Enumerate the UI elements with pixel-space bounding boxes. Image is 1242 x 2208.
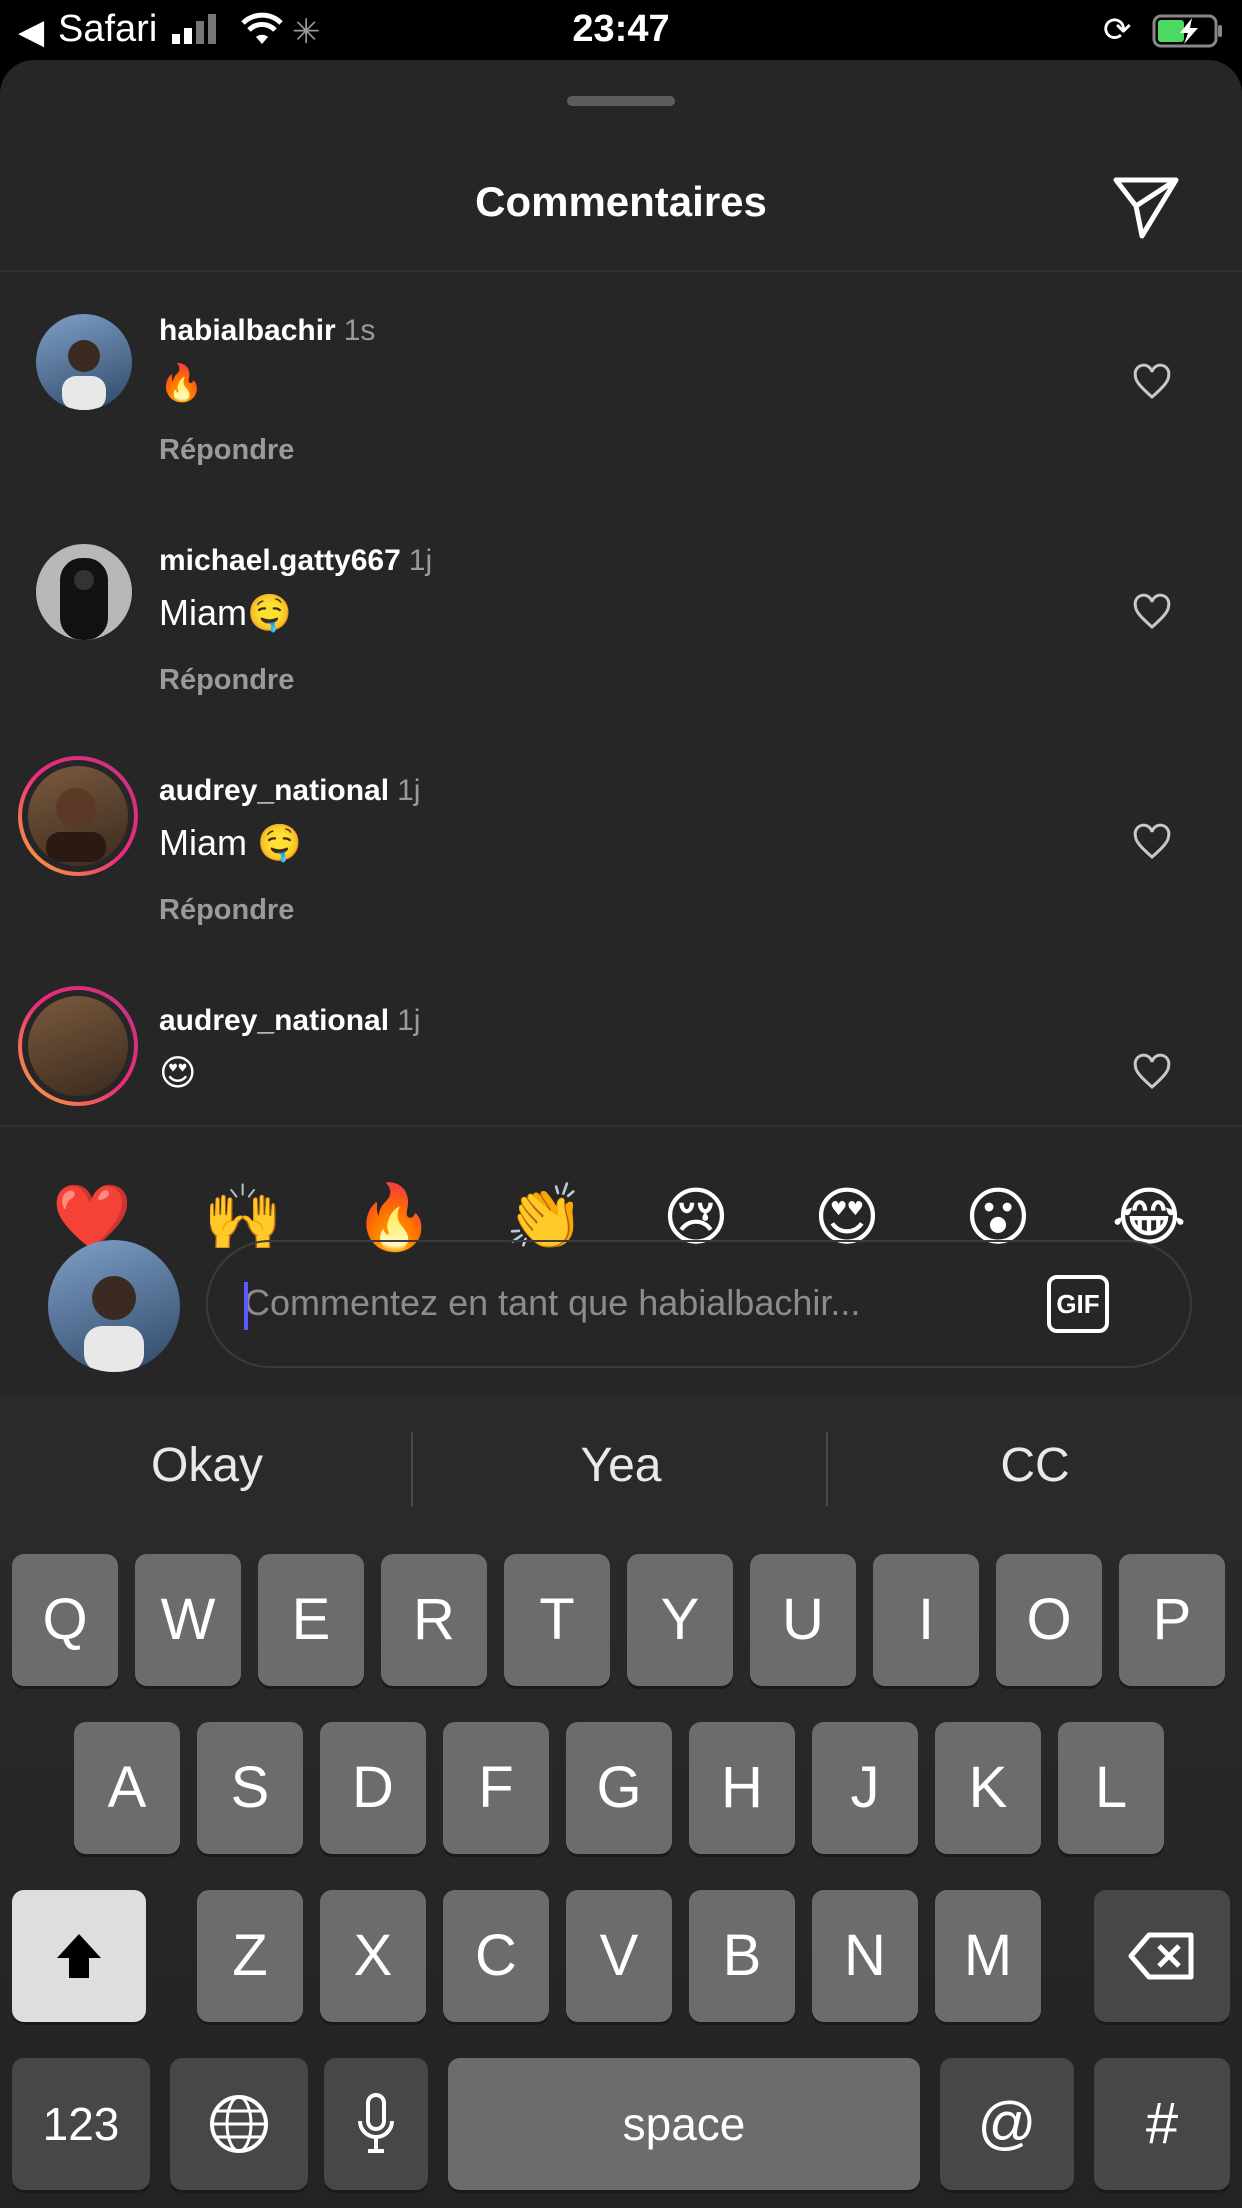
comment-text: Miam 🤤: [159, 822, 302, 863]
key-e[interactable]: E: [258, 1554, 364, 1686]
key-c[interactable]: C: [443, 1890, 549, 2022]
key-j[interactable]: J: [812, 1722, 918, 1854]
share-send-icon[interactable]: [1110, 170, 1182, 242]
reply-button[interactable]: Répondre: [159, 894, 294, 927]
comment-item: audrey_national 1j 😍: [0, 962, 1242, 1125]
comment-time: 1j: [397, 1004, 421, 1037]
key-s[interactable]: S: [197, 1722, 303, 1854]
suggestion-1[interactable]: Okay: [0, 1438, 414, 1493]
key-i[interactable]: I: [873, 1554, 979, 1686]
comment-item: habialbachir 1s 🔥 Répondre: [0, 272, 1242, 502]
key-z[interactable]: Z: [197, 1890, 303, 2022]
avatar-photo: [60, 558, 108, 640]
current-user-avatar: [48, 1240, 180, 1372]
backspace-icon: [1128, 1932, 1194, 1980]
heart-icon[interactable]: [1132, 362, 1172, 402]
reply-button[interactable]: Répondre: [159, 664, 294, 697]
username-text[interactable]: audrey_national: [159, 1004, 389, 1037]
comment-item: audrey_national 1j Miam 🤤 Répondre: [0, 732, 1242, 962]
reply-button[interactable]: Répondre: [159, 434, 294, 467]
at-key[interactable]: @: [940, 2058, 1074, 2190]
avatar[interactable]: [36, 314, 132, 410]
key-h[interactable]: H: [689, 1722, 795, 1854]
comment-username[interactable]: habialbachir 1s: [159, 314, 375, 348]
shift-arrow-icon: [57, 1934, 101, 1978]
avatar-photo: [62, 340, 106, 410]
key-b[interactable]: B: [689, 1890, 795, 2022]
globe-key[interactable]: [170, 2058, 308, 2190]
key-p[interactable]: P: [1119, 1554, 1225, 1686]
key-w[interactable]: W: [135, 1554, 241, 1686]
key-m[interactable]: M: [935, 1890, 1041, 2022]
heart-icon[interactable]: [1132, 1052, 1172, 1092]
key-o[interactable]: O: [996, 1554, 1102, 1686]
sheet-drag-handle[interactable]: [567, 96, 675, 106]
suggestion-3[interactable]: CC: [828, 1438, 1242, 1493]
comment-time: 1s: [343, 314, 376, 347]
heart-icon[interactable]: [1132, 822, 1172, 862]
username-text[interactable]: audrey_national: [159, 774, 389, 807]
comment-time: 1j: [408, 544, 433, 577]
hash-key[interactable]: #: [1094, 2058, 1230, 2190]
comment-username[interactable]: audrey_national 1j: [159, 774, 420, 808]
avatar-story-ring[interactable]: [18, 986, 138, 1106]
key-t[interactable]: T: [504, 1554, 610, 1686]
globe-icon: [210, 2095, 268, 2153]
username-text[interactable]: habialbachir: [159, 314, 336, 347]
avatar-photo: [46, 788, 106, 862]
comment-text: 😍: [159, 1052, 197, 1093]
numbers-key[interactable]: 123: [12, 2058, 150, 2190]
key-k[interactable]: K: [935, 1722, 1041, 1854]
ios-keyboard: Okay Yea CC Q W E R T Y U I O P A S D F …: [0, 1396, 1242, 2208]
comments-list[interactable]: habialbachir 1s 🔥 Répondre michael.gatty6…: [0, 272, 1242, 1125]
key-x[interactable]: X: [320, 1890, 426, 2022]
comment-input-field[interactable]: Commentez en tant que habialbachir... GI…: [206, 1240, 1192, 1368]
avatar[interactable]: [36, 544, 132, 640]
heart-icon[interactable]: [1132, 592, 1172, 632]
comments-sheet: Commentaires habialbachir 1s 🔥 Répondre m…: [0, 60, 1242, 1396]
space-key[interactable]: space: [448, 2058, 920, 2190]
key-u[interactable]: U: [750, 1554, 856, 1686]
clock: 23:47: [572, 8, 670, 50]
comment-text: Miam🤤: [159, 592, 292, 633]
key-q[interactable]: Q: [12, 1554, 118, 1686]
dictation-key[interactable]: [324, 2058, 428, 2190]
avatar-story-ring[interactable]: [18, 756, 138, 876]
key-a[interactable]: A: [74, 1722, 180, 1854]
key-d[interactable]: D: [320, 1722, 426, 1854]
gif-button[interactable]: GIF: [1047, 1275, 1109, 1333]
avatar: [28, 766, 128, 866]
comment-username[interactable]: audrey_national 1j: [159, 1004, 420, 1038]
backspace-key[interactable]: [1094, 1890, 1230, 2022]
status-bar: ◀ Safari ✳ 23:47 ⟳: [0, 0, 1242, 60]
username-text[interactable]: michael.gatty667: [159, 544, 401, 577]
comment-text: 🔥: [159, 362, 204, 403]
comment-item: michael.gatty667 1j Miam🤤 Répondre: [0, 502, 1242, 732]
shift-key[interactable]: [12, 1890, 146, 2022]
key-v[interactable]: V: [566, 1890, 672, 2022]
avatar: [28, 996, 128, 1096]
orientation-lock-icon: ⟳: [1103, 11, 1132, 49]
battery-charging-icon: [1152, 14, 1222, 48]
key-l[interactable]: L: [1058, 1722, 1164, 1854]
avatar-photo: [84, 1276, 144, 1372]
text-caret: [244, 1282, 248, 1330]
comment-input-placeholder[interactable]: Commentez en tant que habialbachir...: [244, 1282, 860, 1324]
key-f[interactable]: F: [443, 1722, 549, 1854]
comment-username[interactable]: michael.gatty667 1j: [159, 544, 432, 578]
key-r[interactable]: R: [381, 1554, 487, 1686]
microphone-icon: [358, 2093, 394, 2153]
key-g[interactable]: G: [566, 1722, 672, 1854]
key-y[interactable]: Y: [627, 1554, 733, 1686]
suggestion-2[interactable]: Yea: [414, 1438, 828, 1493]
key-n[interactable]: N: [812, 1890, 918, 2022]
sheet-title: Commentaires: [475, 178, 767, 225]
suggestion-divider: [411, 1432, 413, 1506]
comment-time: 1j: [397, 774, 421, 807]
